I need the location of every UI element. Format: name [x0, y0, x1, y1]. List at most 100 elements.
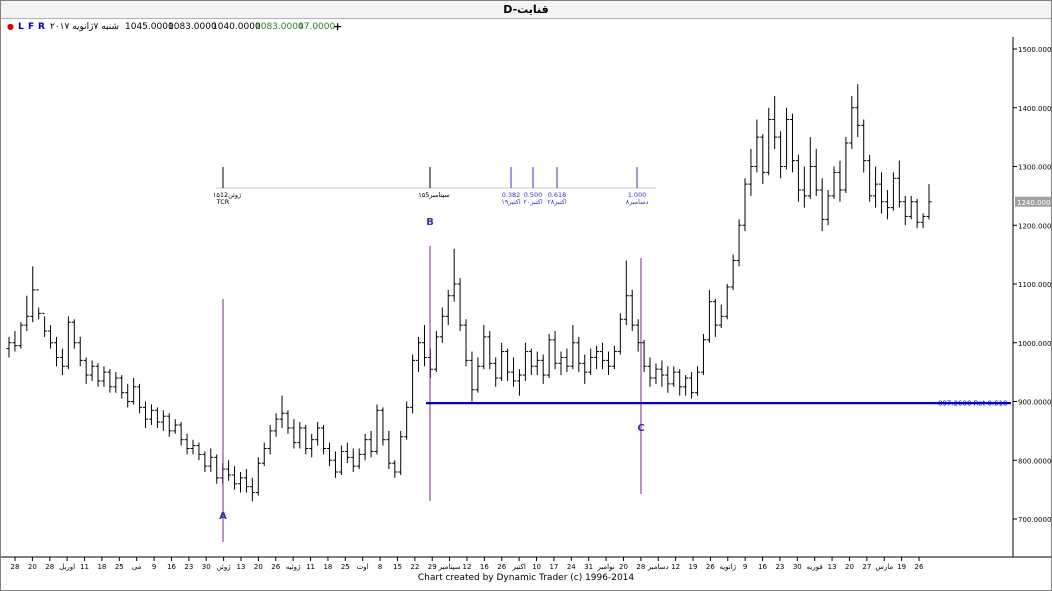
- ohlc-bar: [77, 336, 83, 367]
- ohlc-bar: [30, 266, 36, 323]
- ohlc-bar: [718, 304, 724, 329]
- ohlc-bar: [125, 383, 131, 408]
- ohlc-bar: [564, 348, 570, 373]
- ohlc-bar: [873, 166, 879, 208]
- pivot-label-a: A: [219, 511, 227, 522]
- ohlc-bar: [605, 351, 611, 376]
- ohlc-bar: [154, 407, 160, 428]
- ohlc-bar: [89, 360, 95, 381]
- x-tick-label: 25: [341, 563, 350, 571]
- ohlc-bar: [196, 442, 202, 461]
- ohlc-bar: [617, 313, 623, 355]
- x-tick-label: 20: [28, 563, 37, 571]
- ohlc-bar: [600, 342, 606, 370]
- ohlc-bar: [653, 363, 659, 384]
- ohlc-bar: [522, 342, 528, 381]
- ohlc-bar: [433, 331, 439, 373]
- ohlc-bar: [332, 451, 338, 478]
- ohlc-bar: [706, 289, 712, 343]
- ohlc-bar: [12, 331, 18, 352]
- ohlc-bar: [356, 448, 362, 470]
- x-tick-label: 26: [915, 563, 924, 571]
- x-tick-label: 17: [549, 563, 558, 571]
- ohlc-bar: [528, 348, 534, 376]
- ohlc-bar: [534, 351, 540, 376]
- ohlc-bar: [380, 407, 386, 446]
- ohlc-bar: [59, 348, 65, 376]
- ohlc-bar: [505, 348, 511, 381]
- time-marker: 0.618۲۸اکتبر: [547, 167, 567, 206]
- ohlc-bar: [338, 445, 344, 475]
- ohlc-bar: [594, 345, 600, 370]
- ohlc-bar: [778, 131, 784, 179]
- ohlc-bar: [71, 319, 77, 349]
- ohlc-bar: [285, 410, 291, 434]
- ohlc-bar: [42, 312, 48, 337]
- ohlc-bar: [226, 460, 232, 481]
- ohlc-bar: [766, 107, 772, 176]
- x-tick-label: 19: [897, 563, 906, 571]
- ohlc-bar: [784, 107, 790, 170]
- x-tick-label: 15: [393, 563, 402, 571]
- ohlc-bar: [273, 413, 279, 437]
- x-tick-label: نوامبر: [596, 563, 614, 571]
- ohlc-bar: [712, 298, 718, 337]
- ohlc-bar: [920, 213, 926, 229]
- x-tick-label: 18: [97, 563, 106, 571]
- ohlc-bar: [843, 137, 849, 193]
- ohlc-bar: [623, 260, 629, 326]
- x-tick-label: 26: [271, 563, 280, 571]
- time-marker: 1.000۸دسامبر: [626, 167, 649, 206]
- y-tick-label: 1400.0000: [1018, 105, 1051, 113]
- x-tick-label: ژوئيه: [286, 563, 301, 571]
- ohlc-bar: [327, 442, 333, 467]
- time-marker-date: ۱۹اکتبر: [501, 198, 521, 206]
- ohlc-bar: [457, 278, 463, 331]
- x-tick-label: 27: [862, 563, 871, 571]
- ohlc-bar: [190, 439, 196, 455]
- x-tick-label: 28: [45, 563, 54, 571]
- ohlc-bar: [261, 442, 267, 467]
- ohlc-bar: [398, 430, 404, 475]
- ohlc-bar: [487, 331, 493, 370]
- ohlc-bar: [884, 190, 890, 220]
- x-tick-label: 13: [828, 563, 837, 571]
- ohlc-bar: [730, 254, 736, 290]
- x-tick-label: 23: [184, 563, 193, 571]
- y-tick-label: 700.0000: [1018, 516, 1051, 524]
- time-marker-sub: TCR: [216, 198, 230, 206]
- time-marker-date: ۸دسامبر: [626, 198, 649, 206]
- x-tick-label: 23: [775, 563, 784, 571]
- ohlc-bar: [611, 345, 617, 370]
- ohlc-bar: [576, 336, 582, 373]
- ohlc-bar: [879, 172, 885, 214]
- ohlc-bar: [641, 339, 647, 373]
- x-tick-label: 9: [152, 563, 156, 571]
- x-tick-label: ژوئن: [217, 563, 232, 571]
- price-chart[interactable]: A B C 897.2600 Ret 0.618 ۱۵ژوئن12TCR ۱۵سپتامب…: [1, 1, 1051, 590]
- x-tick-label: اکتبر: [511, 563, 525, 571]
- x-tick-label: 30: [793, 563, 802, 571]
- x-tick-label: 26: [706, 563, 715, 571]
- x-tick-label: 28: [11, 563, 20, 571]
- ohlc-bar: [344, 442, 350, 464]
- ohlc-bar: [184, 433, 190, 455]
- ohlc-bar: [107, 369, 113, 393]
- ohlc-bar: [855, 84, 861, 138]
- ohlc-bar: [439, 307, 445, 343]
- x-tick-label: 25: [115, 563, 124, 571]
- ohlc-bar: [48, 325, 54, 349]
- time-marker-date: ۱۵سپتامبر5: [418, 191, 450, 199]
- x-tick-label: 24: [567, 563, 576, 571]
- ohlc-bar: [516, 369, 522, 396]
- ohlc-bar: [825, 190, 831, 226]
- ohlc-bar: [689, 372, 695, 399]
- x-tick-label: 20: [845, 563, 854, 571]
- x-tick-label: 31: [584, 563, 593, 571]
- x-tick-label: 19: [689, 563, 698, 571]
- ohlc-bar: [267, 425, 273, 455]
- ohlc-bar: [232, 466, 238, 490]
- last-price-label: 1240.0000: [1017, 199, 1051, 207]
- ohlc-bar: [635, 319, 641, 352]
- ohlc-bar: [172, 419, 178, 434]
